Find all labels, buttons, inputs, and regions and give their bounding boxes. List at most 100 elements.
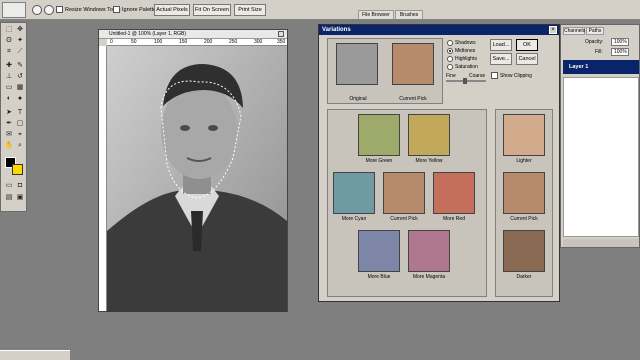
layer-row[interactable]: Layer 1	[563, 60, 639, 74]
lasso-icon[interactable]: ʘ	[4, 36, 14, 45]
more-cyan-thumbnail[interactable]	[333, 172, 375, 214]
dodge-icon[interactable]: ●	[15, 94, 25, 103]
shadows-label: Shadows	[455, 40, 476, 46]
healing-brush-icon[interactable]: ✚	[4, 61, 14, 70]
coarse-label: Coarse	[469, 73, 486, 79]
more-green-thumbnail[interactable]	[358, 114, 400, 156]
layer-name: Layer 1	[569, 64, 589, 70]
current-pick-lightness-thumbnail	[503, 172, 545, 214]
document-canvas[interactable]	[107, 46, 287, 312]
tab-channels[interactable]: Channels	[563, 27, 585, 35]
tab-file-browser[interactable]: File Browser	[358, 10, 394, 19]
midtones-radio[interactable]	[447, 48, 453, 54]
more-red-thumbnail[interactable]	[433, 172, 475, 214]
saturation-radio[interactable]	[447, 64, 453, 70]
slice-icon[interactable]: ⟋	[15, 47, 25, 56]
ruler-label: 350	[277, 39, 286, 45]
document-title: Untitled-1 @ 100% (Layer 1, RGB)	[99, 30, 287, 39]
eyedropper-icon[interactable]: ⌖	[15, 130, 25, 139]
portrait-photo	[107, 46, 287, 312]
zoom-icon[interactable]: ⌕	[15, 141, 25, 150]
lightness-group: Lighter Current Pick Darker	[495, 109, 553, 297]
opacity-field[interactable]: 100%	[611, 38, 629, 46]
taskbar	[0, 350, 70, 360]
screen-mode-icon[interactable]: ▤	[4, 193, 14, 202]
tab-brushes[interactable]: Brushes	[395, 10, 423, 19]
color-variations-group: More Green More Yellow More Cyan Current…	[327, 109, 487, 297]
actual-pixels-button[interactable]: Actual Pixels	[154, 4, 190, 16]
palette-footer	[563, 239, 639, 247]
highlights-radio[interactable]	[447, 56, 453, 62]
gradient-icon[interactable]: ▦	[15, 83, 25, 92]
ruler-label: 0	[110, 39, 113, 45]
fine-coarse-slider-thumb[interactable]	[463, 78, 467, 84]
blur-icon[interactable]: ◐	[4, 94, 14, 103]
tool-preset-picker[interactable]	[2, 2, 26, 18]
highlights-label: Highlights	[455, 56, 477, 62]
history-brush-icon[interactable]: ↺	[15, 72, 25, 81]
hand-icon[interactable]: ✋	[4, 141, 14, 150]
resize-windows-checkbox[interactable]	[56, 6, 63, 13]
current-pick-center-thumbnail[interactable]	[383, 172, 425, 214]
more-magenta-label: More Magenta	[412, 274, 446, 280]
more-yellow-label: More Yellow	[415, 158, 443, 164]
show-clipping-label: Show Clipping	[500, 73, 532, 79]
options-bar: Resize Windows To Fit Ignore Palettes Ac…	[0, 0, 640, 20]
magic-wand-icon[interactable]: ✦	[15, 36, 25, 45]
zoom-in-icon[interactable]	[32, 5, 42, 15]
ruler-label: 100	[154, 39, 163, 45]
original-label: Original	[349, 96, 367, 102]
stamp-icon[interactable]: ⊥	[4, 72, 14, 81]
lighter-label: Lighter	[516, 158, 532, 164]
more-blue-thumbnail[interactable]	[358, 230, 400, 272]
path-selection-icon[interactable]: ➤	[4, 108, 14, 117]
saturation-label: Saturation	[455, 64, 478, 70]
document-close-icon[interactable]	[278, 31, 284, 37]
show-clipping-checkbox[interactable]	[491, 72, 498, 79]
more-magenta-thumbnail[interactable]	[408, 230, 450, 272]
marquee-icon[interactable]: ⬚	[4, 25, 14, 34]
tab-paths[interactable]: Paths	[586, 27, 604, 35]
dialog-close-icon[interactable]: ×	[549, 26, 557, 34]
document-window: Untitled-1 @ 100% (Layer 1, RGB) 0 50 10…	[98, 29, 288, 312]
standard-mode-icon[interactable]: ▭	[4, 181, 14, 190]
more-red-label: More Red	[443, 216, 465, 222]
lighter-thumbnail[interactable]	[503, 114, 545, 156]
ruler-label: 250	[229, 39, 238, 45]
move-icon[interactable]: ✥	[15, 25, 25, 34]
type-icon[interactable]: T	[15, 108, 25, 117]
ruler-label: 150	[179, 39, 188, 45]
background-color-swatch[interactable]	[12, 164, 23, 175]
layers-palette: Channels Paths Opacity: 100% Fill: 100% …	[560, 24, 640, 248]
quick-mask-icon[interactable]: ◘	[15, 181, 25, 190]
brush-icon[interactable]: ✎	[15, 61, 25, 70]
layers-list	[563, 77, 639, 237]
pen-icon[interactable]: ✒	[4, 119, 14, 128]
load-button[interactable]: Load...	[490, 39, 512, 51]
fine-label: Fine	[446, 73, 456, 79]
crop-icon[interactable]: ⌗	[4, 47, 14, 56]
ruler-horizontal: 0 50 100 150 200 250 300 350	[107, 39, 287, 46]
full-screen-mode-icon[interactable]: ▣	[15, 193, 25, 202]
current-pick-lightness-label: Current Pick	[510, 216, 538, 222]
fill-label: Fill:	[595, 49, 603, 55]
cancel-button[interactable]: Cancel	[516, 53, 538, 65]
ruler-label: 300	[254, 39, 263, 45]
current-pick-thumbnail	[392, 43, 434, 85]
ruler-label: 200	[204, 39, 213, 45]
more-yellow-thumbnail[interactable]	[408, 114, 450, 156]
variations-title: Variations	[319, 25, 559, 35]
shape-icon[interactable]: ▢	[15, 119, 25, 128]
fill-field[interactable]: 100%	[611, 48, 629, 56]
ignore-palettes-checkbox[interactable]	[113, 6, 120, 13]
darker-thumbnail[interactable]	[503, 230, 545, 272]
fit-on-screen-button[interactable]: Fit On Screen	[193, 4, 231, 16]
eraser-icon[interactable]: ▭	[4, 83, 14, 92]
zoom-out-icon[interactable]	[44, 5, 54, 15]
shadows-radio[interactable]	[447, 40, 453, 46]
ok-button[interactable]: OK	[516, 39, 538, 51]
print-size-button[interactable]: Print Size	[234, 4, 266, 16]
current-pick-label: Current Pick	[399, 96, 427, 102]
save-button[interactable]: Save...	[490, 53, 512, 65]
notes-icon[interactable]: ✉	[4, 130, 14, 139]
